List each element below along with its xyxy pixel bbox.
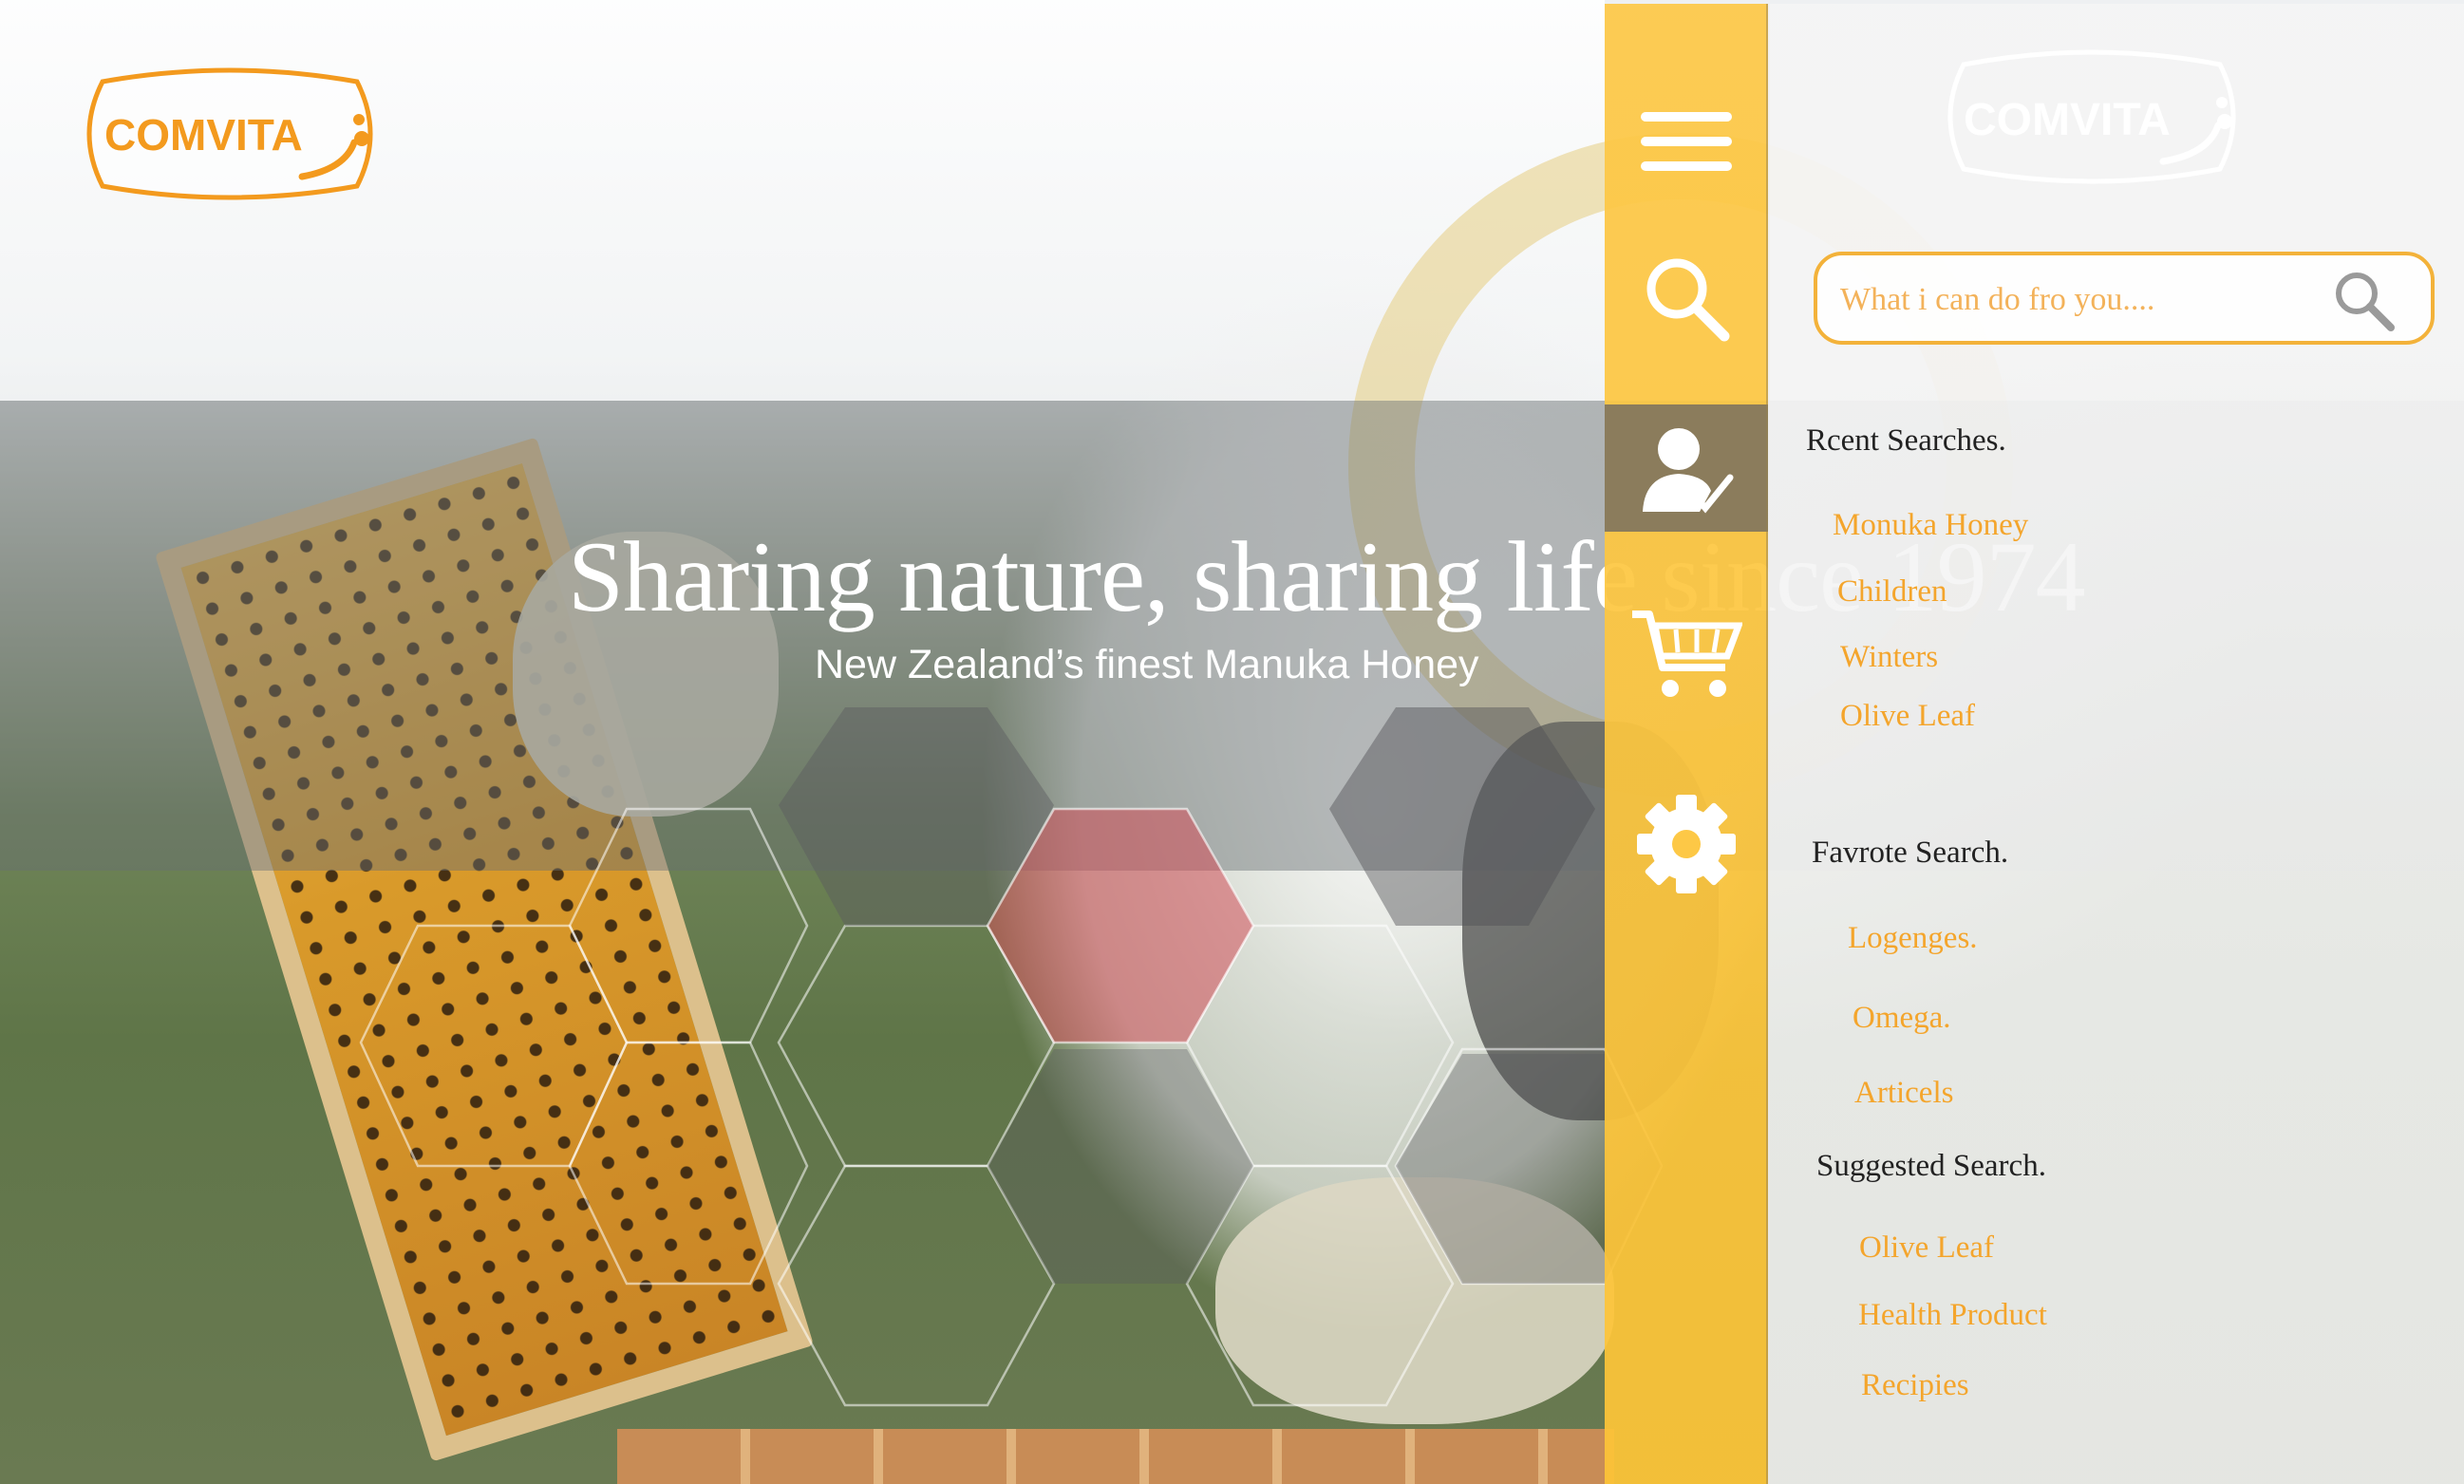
icon-rail (1605, 4, 1768, 1484)
suggested-search-item[interactable]: Olive Leaf (1859, 1230, 1994, 1266)
hero-subtitle: New Zealand’s finest Manuka Honey (815, 642, 1479, 687)
favourite-search-item[interactable]: Articels (1854, 1076, 1953, 1111)
search-submit-icon[interactable] (2332, 269, 2395, 331)
favourite-search-item[interactable]: Omega. (1853, 1001, 1951, 1036)
hamburger-menu-icon (1641, 112, 1732, 171)
recent-searches-heading: Rcent Searches. (1806, 423, 2006, 458)
search-input[interactable] (1838, 274, 2298, 326)
cart-icon (1632, 611, 1742, 697)
suggested-search-item[interactable]: Health Product (1858, 1298, 2047, 1333)
recent-search-item[interactable]: Winters (1840, 640, 1938, 675)
menu-button[interactable] (1605, 80, 1768, 203)
recent-search-item[interactable]: Monuka Honey (1833, 508, 2028, 543)
cart-button[interactable] (1605, 592, 1768, 716)
favourite-search-heading: Favrote Search. (1812, 836, 2009, 870)
comvita-logo-panel[interactable]: COMVITA (1935, 46, 2248, 188)
search-toggle-button[interactable] (1605, 236, 1768, 360)
search-box (1814, 252, 2435, 345)
comvita-logo[interactable]: COMVITA (74, 65, 386, 203)
logo-text: COMVITA (104, 110, 303, 160)
hexagon-grey (1329, 707, 1595, 926)
suggested-search-item[interactable]: Recipies (1861, 1368, 1969, 1403)
user-check-icon (1643, 428, 1734, 514)
hexagon (568, 1041, 809, 1286)
account-button[interactable] (1605, 404, 1768, 532)
gear-icon (1637, 795, 1736, 893)
favourite-search-item[interactable]: Logenges. (1848, 921, 1978, 956)
recent-search-item[interactable]: Children (1837, 574, 1947, 610)
search-icon (1646, 258, 1730, 342)
recent-search-item[interactable]: Olive Leaf (1840, 699, 1975, 734)
logo-text: COMVITA (1964, 95, 2171, 145)
settings-button[interactable] (1605, 782, 1768, 906)
hexagon (568, 807, 809, 1044)
suggested-search-heading: Suggested Search. (1816, 1149, 2046, 1183)
hexagon-grey (987, 1049, 1253, 1284)
